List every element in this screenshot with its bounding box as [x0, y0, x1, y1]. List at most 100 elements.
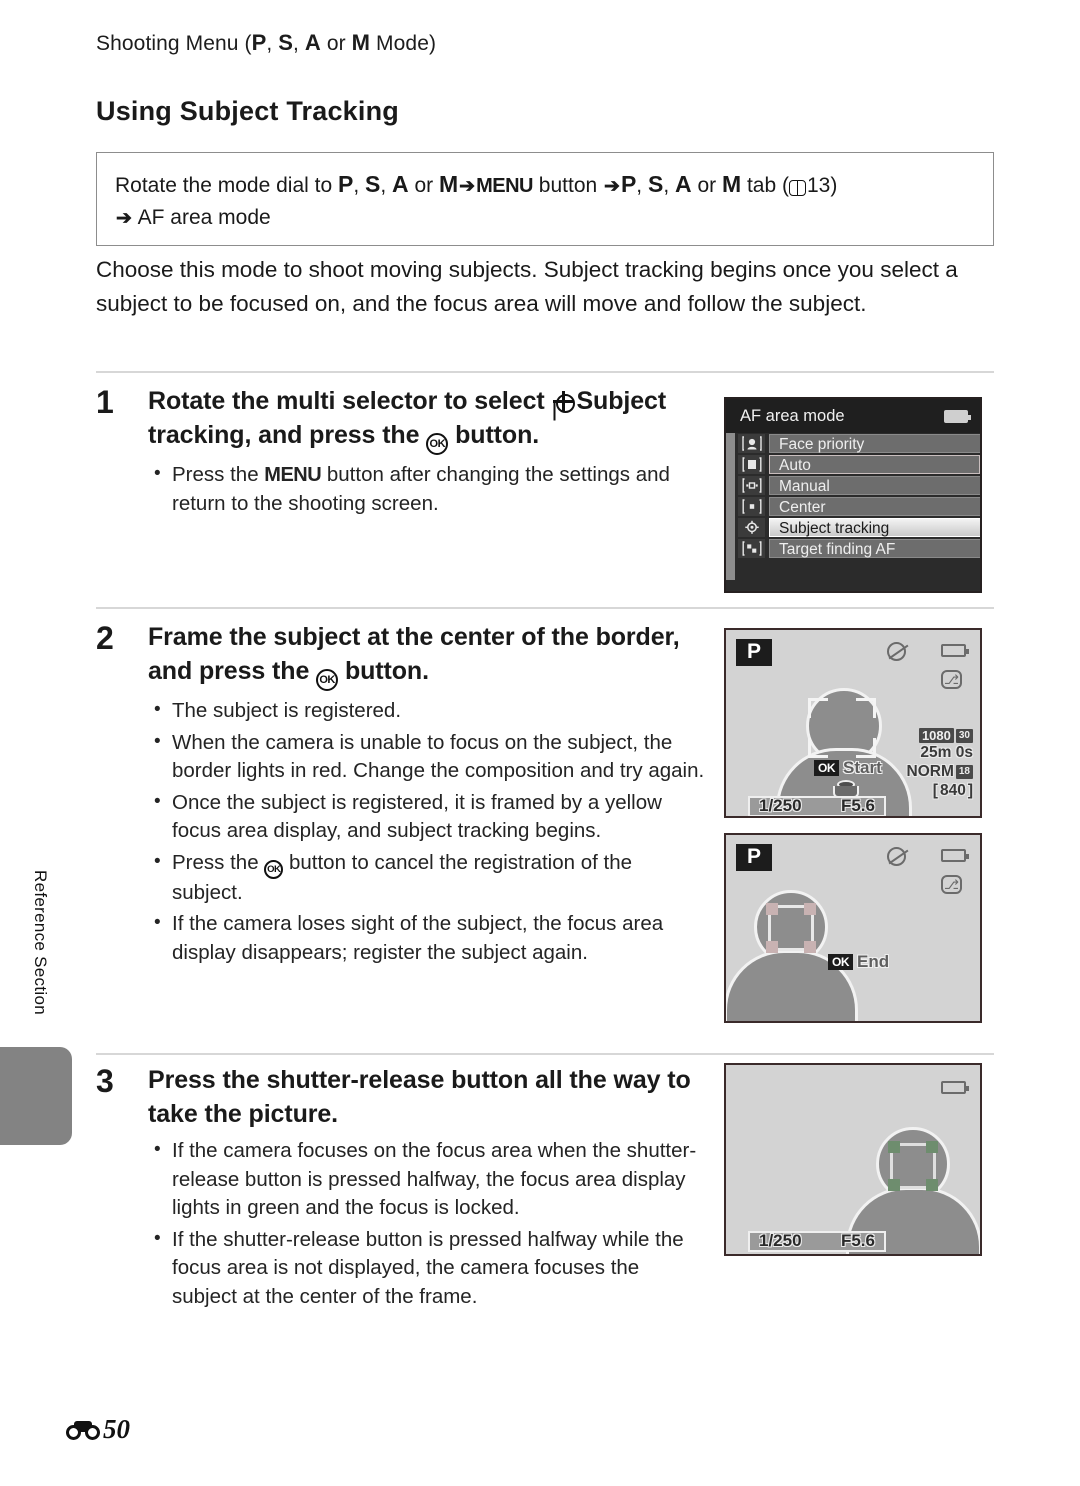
mode-badge-p: P [736, 639, 773, 666]
running-head: Shooting Menu (P, S, A or M Mode) [96, 30, 436, 56]
nav-mode-a: A [392, 171, 409, 197]
lcd-screen-subject-registered: P ⎇ OK End [724, 833, 982, 1023]
af-menu-label: Manual [769, 475, 980, 495]
step-2-heading-post: button. [338, 657, 429, 685]
step-1-heading: Rotate the multi selector to select Subj… [148, 384, 708, 455]
step-2-heading: Frame the subject at the center of the b… [148, 620, 708, 691]
exposure-info-bar: 1/250 F5.6 [748, 1231, 886, 1252]
af-menu-item-auto[interactable]: Auto [738, 454, 980, 475]
af-menu-label: Auto [769, 454, 980, 474]
battery-icon [941, 644, 969, 657]
nav-or-2: or [691, 174, 722, 197]
list-item: Once the subject is registered, it is fr… [148, 788, 708, 846]
step-1-number: 1 [96, 384, 114, 420]
bracket-left: [ [932, 782, 938, 799]
af-menu-label: Center [769, 496, 980, 516]
list-item: If the camera focuses on the focus area … [148, 1136, 708, 1223]
ok-button-icon: OK [426, 433, 449, 455]
shots-remaining-value: 840 [939, 782, 966, 799]
af-menu-item-manual[interactable]: Manual [738, 475, 980, 496]
divider-1 [96, 371, 994, 373]
battery-icon [944, 409, 971, 423]
side-tab-label: Reference Section [31, 870, 50, 1015]
nav-mode-p: P [337, 171, 354, 197]
nav-button-word: button [532, 174, 604, 197]
subject-tracking-icon [553, 391, 576, 413]
flash-off-icon [887, 642, 906, 661]
battery-icon [941, 849, 969, 862]
list-item: When the camera is unable to focus on th… [148, 728, 708, 786]
list-item: Press the MENU button after changing the… [148, 460, 708, 518]
nav-sep-1: , [353, 174, 365, 197]
flash-off-icon [887, 847, 906, 866]
shutter-speed-value: 1/250 [759, 1231, 802, 1250]
af-menu-item-subject-tracking[interactable]: Subject tracking [738, 517, 980, 538]
intro-paragraph: Choose this mode to shoot moving subject… [96, 257, 958, 316]
ok-key-badge: OK [814, 760, 839, 776]
step-1-bullets: Press the MENU button after changing the… [148, 460, 708, 518]
ok-key-badge: OK [828, 954, 853, 970]
nav-sep-3: , [636, 174, 648, 197]
af-menu-label: Target finding AF [769, 538, 980, 558]
movie-fps-badge: 30 [955, 728, 973, 743]
running-head-mode-m: M [351, 30, 371, 55]
arrow-right-icon-1: ➔ [459, 176, 476, 197]
arrow-right-icon-3: ➔ [116, 208, 132, 229]
step-3-heading: Press the shutter-release button all the… [148, 1066, 691, 1128]
list-item: Press the OK button to cancel the regist… [148, 848, 708, 908]
page-title: Using Subject Tracking [96, 96, 399, 126]
nav-target-setting: AF area mode [137, 206, 271, 229]
ok-button-icon: OK [316, 669, 339, 691]
aperture-value: F5.6 [840, 1231, 875, 1250]
ok-hint-label: End [857, 952, 890, 971]
record-time-value: 25m 0s [920, 744, 973, 761]
lcd-screen-focus-locked: 1/250 F5.6 [724, 1063, 982, 1256]
side-tab-marker [0, 1047, 72, 1145]
step-1-heading-mid: , and press the [244, 421, 427, 449]
running-head-mode-s: S [278, 30, 294, 55]
nav-tab-mode-a: A [674, 171, 692, 197]
nav-mode-m: M [438, 171, 459, 197]
af-menu-item-target-finding-af[interactable]: Target finding AF [738, 538, 980, 559]
af-menu-label: Face priority [769, 433, 980, 453]
bracket-right: ] [967, 782, 973, 799]
af-area-mode-menu-screen: AF area mode Face priority Auto Manual C… [724, 397, 982, 593]
focus-area-display-yellow [766, 903, 816, 953]
nav-or-1: or [408, 174, 439, 197]
ok-start-hint: OK Start [814, 758, 882, 778]
menu-button-label: MENU [264, 464, 322, 486]
list-item: If the camera loses sight of the subject… [148, 909, 708, 967]
nav-close-paren: ) [830, 174, 838, 197]
page-number: 50 [103, 1414, 130, 1444]
nav-tab-word: tab ( [741, 174, 789, 197]
ok-end-hint: OK End [828, 952, 889, 972]
manual-area-icon [738, 475, 765, 495]
af-menu-item-center[interactable]: Center [738, 496, 980, 517]
nav-sep-2: , [380, 174, 393, 197]
mode-badge-p: P [736, 844, 773, 871]
af-menu-title-bar: AF area mode [726, 399, 980, 433]
nav-mode-s: S [365, 171, 381, 197]
nav-menu-button-label: MENU [476, 175, 533, 197]
af-menu-item-face-priority[interactable]: Face priority [738, 433, 980, 454]
record-time-row: 25m 0s [907, 743, 973, 762]
list-item: The subject is registered. [148, 696, 708, 726]
arrow-right-icon-2: ➔ [604, 176, 620, 197]
step-1-heading-pre: Rotate the multi selector to select [148, 387, 552, 415]
running-head-suffix: Mode) [370, 32, 437, 55]
running-head-sep-2: , [293, 32, 305, 55]
ok-hint-label: Start [843, 758, 882, 777]
aperture-value: F5.6 [840, 796, 875, 815]
reference-section-icon [66, 1420, 100, 1440]
exposure-info-bar: 1/250 F5.6 [748, 796, 886, 816]
divider-3 [96, 1053, 994, 1055]
image-size-badge: 18 [955, 764, 973, 779]
running-head-prefix: Shooting Menu ( [96, 32, 252, 55]
nav-tab-mode-m: M [721, 171, 742, 197]
center-area-icon [738, 496, 765, 516]
step-3-number: 3 [96, 1063, 114, 1099]
step-1-heading-post: button. [448, 421, 540, 449]
movie-mode-row: 1080 30 [907, 728, 973, 743]
af-menu-label: Subject tracking [769, 517, 980, 537]
subject-tracking-icon [738, 517, 765, 537]
